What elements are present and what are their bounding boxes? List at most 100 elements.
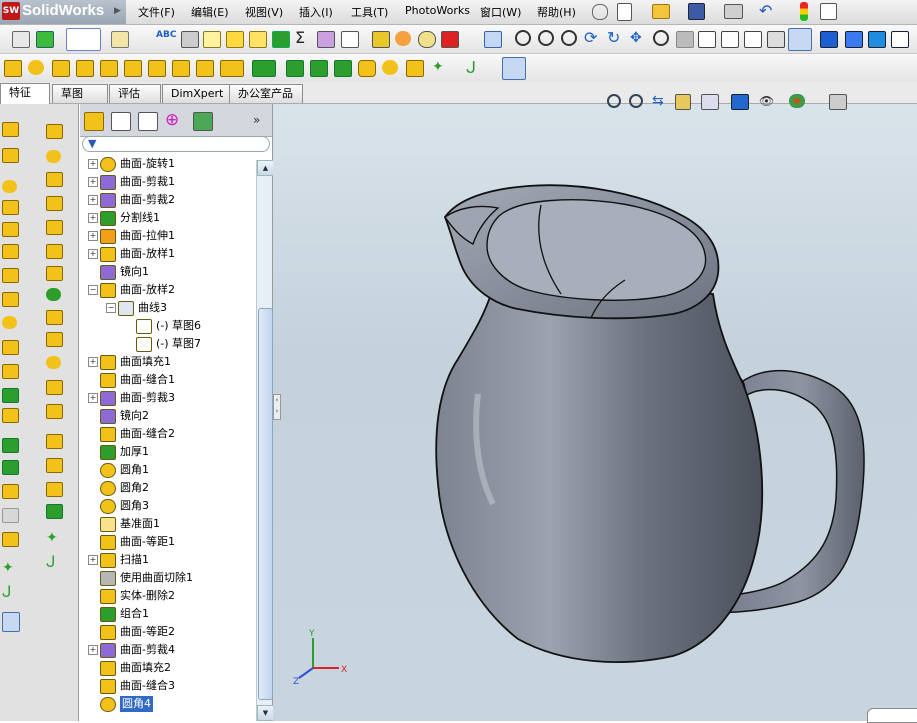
tree-node[interactable]: + 曲面-拉伸1 bbox=[80, 228, 256, 244]
pan-icon[interactable]: ✥ bbox=[630, 30, 646, 46]
scroll-up-icon[interactable]: ▲ bbox=[257, 160, 274, 176]
sweep-button-icon[interactable] bbox=[2, 200, 19, 215]
tree-node[interactable]: + 曲面-剪裁1 bbox=[80, 174, 256, 190]
scroll-thumb[interactable] bbox=[258, 308, 273, 700]
rotate-icon[interactable]: ⟳ bbox=[584, 30, 600, 46]
extend-column-icon[interactable] bbox=[46, 288, 61, 301]
view-pointer-icon[interactable] bbox=[484, 31, 502, 48]
stop-icon[interactable] bbox=[441, 31, 459, 48]
filter-icon[interactable]: ▼ bbox=[88, 138, 100, 150]
replace-face-column-icon[interactable] bbox=[46, 380, 63, 395]
swept-surface-icon[interactable] bbox=[52, 60, 70, 77]
select-arrow-button[interactable] bbox=[66, 28, 101, 51]
surface-offset-column-icon[interactable] bbox=[46, 244, 63, 259]
tab-sketch[interactable]: 草图 bbox=[52, 84, 108, 103]
menu-photoworks[interactable]: PhotoWorks bbox=[405, 4, 470, 17]
tree-node[interactable]: 曲面-等距2 bbox=[80, 624, 256, 640]
extruded-surface-icon[interactable] bbox=[4, 60, 22, 77]
shaded-with-edges-icon[interactable] bbox=[767, 31, 785, 48]
tree-node[interactable]: 镜向2 bbox=[80, 408, 256, 424]
knit-column-icon[interactable] bbox=[46, 404, 63, 419]
view-orientation-icon[interactable] bbox=[891, 31, 909, 48]
offset-surface-button-icon[interactable] bbox=[124, 60, 142, 77]
reference-geometry-column-icon[interactable]: ✦ bbox=[2, 561, 17, 575]
sum-icon[interactable]: Σ bbox=[295, 29, 311, 46]
spellcheck-icon[interactable]: ABC bbox=[156, 30, 176, 47]
tree-node[interactable]: + 分割线1 bbox=[80, 210, 256, 226]
tree-node[interactable]: + 曲面-剪裁2 bbox=[80, 192, 256, 208]
app-logo[interactable]: SW SolidWorks ▶ bbox=[0, 0, 126, 24]
collapse-toggle-icon[interactable]: − bbox=[88, 285, 98, 295]
delete-face-column-icon[interactable] bbox=[46, 356, 61, 369]
roll-icon[interactable]: ↻ bbox=[607, 30, 623, 46]
tab-evaluate[interactable]: 评估 bbox=[109, 84, 161, 103]
undo-icon[interactable]: ↶ bbox=[759, 3, 776, 19]
open-folder-icon[interactable] bbox=[652, 4, 670, 19]
hidden-lines-visible-icon[interactable] bbox=[721, 31, 739, 48]
thicken-cut-icon[interactable] bbox=[310, 60, 328, 77]
cut-surface-column-icon[interactable] bbox=[46, 504, 63, 519]
options-icon[interactable] bbox=[820, 3, 837, 20]
lofted-surface-icon[interactable] bbox=[76, 60, 94, 77]
tree-node[interactable]: 使用曲面切除1 bbox=[80, 570, 256, 586]
boundary-icon[interactable] bbox=[2, 244, 19, 259]
tree-node[interactable]: − 曲线3 bbox=[80, 300, 256, 316]
revolved-surface-icon[interactable] bbox=[28, 60, 44, 75]
pattern-icon[interactable] bbox=[2, 438, 19, 453]
tab-features[interactable]: 特征 bbox=[0, 83, 50, 104]
format-painter-icon[interactable] bbox=[181, 31, 199, 48]
new-document-icon[interactable] bbox=[617, 3, 632, 21]
surface-revolve-column-icon[interactable] bbox=[46, 150, 61, 163]
dome-icon[interactable] bbox=[2, 532, 19, 547]
instant3d-column-button[interactable] bbox=[2, 612, 20, 632]
tree-scrollbar[interactable]: ▲ ▼ bbox=[256, 160, 274, 721]
menu-insert[interactable]: 插入(I) bbox=[299, 4, 333, 20]
scroll-down-icon[interactable]: ▼ bbox=[257, 705, 274, 721]
save-icon[interactable] bbox=[688, 3, 705, 20]
shaded-icon[interactable] bbox=[820, 31, 838, 48]
collapse-toggle-icon[interactable]: − bbox=[106, 303, 116, 313]
previous-view-icon[interactable] bbox=[676, 31, 694, 48]
mirror-button-icon[interactable] bbox=[2, 484, 19, 499]
dimxpert-manager-tab-icon[interactable]: ⊕ bbox=[165, 112, 183, 129]
zoom-area-icon[interactable] bbox=[538, 30, 554, 46]
expand-toggle-icon[interactable]: + bbox=[88, 645, 98, 655]
tree-node[interactable]: + 曲面-剪裁4 bbox=[80, 642, 256, 658]
feature-manager-tab-icon[interactable] bbox=[84, 112, 104, 131]
reference-geometry-icon[interactable]: ✦ bbox=[432, 60, 448, 75]
trim-column-icon[interactable] bbox=[46, 310, 63, 325]
surface-loft-column-icon[interactable] bbox=[46, 196, 63, 211]
expand-toggle-icon[interactable]: + bbox=[88, 357, 98, 367]
extend-surface-icon[interactable] bbox=[382, 60, 398, 75]
cut-with-surface-icon[interactable] bbox=[334, 60, 352, 77]
expand-toggle-icon[interactable]: + bbox=[88, 195, 98, 205]
extrude-boss-icon[interactable] bbox=[2, 122, 19, 137]
tree-node[interactable]: + 曲面-剪裁3 bbox=[80, 390, 256, 406]
combine-button-icon[interactable] bbox=[2, 388, 19, 403]
linear-pattern-icon[interactable] bbox=[252, 60, 276, 77]
expand-toggle-icon[interactable]: + bbox=[88, 249, 98, 259]
radiate-surface-icon[interactable] bbox=[148, 60, 166, 77]
expand-toggle-icon[interactable]: + bbox=[88, 555, 98, 565]
loft-button-icon[interactable] bbox=[2, 222, 19, 237]
menu-edit[interactable]: 编辑(E) bbox=[191, 4, 229, 20]
expand-toggle-icon[interactable]: + bbox=[88, 177, 98, 187]
measure-icon[interactable] bbox=[317, 31, 335, 48]
balance-icon[interactable] bbox=[203, 31, 221, 48]
untrim-column-icon[interactable] bbox=[46, 332, 63, 347]
tree-node[interactable]: 曲面-缝合3 bbox=[80, 678, 256, 694]
rebuild-icon[interactable] bbox=[800, 2, 808, 21]
draft-analysis-icon[interactable] bbox=[395, 31, 411, 46]
draft-icon[interactable] bbox=[2, 268, 19, 283]
curves-icon[interactable]: ᒍ bbox=[466, 60, 482, 76]
surface-boundary-column-icon[interactable] bbox=[46, 220, 63, 235]
expand-toggle-icon[interactable]: + bbox=[88, 159, 98, 169]
tree-node[interactable]: + 曲面填充1 bbox=[80, 354, 256, 370]
planar-column-icon[interactable] bbox=[46, 266, 63, 281]
expand-toggle-icon[interactable]: + bbox=[88, 231, 98, 241]
tree-node[interactable]: 曲面-缝合2 bbox=[80, 426, 256, 442]
section-properties-icon[interactable] bbox=[226, 31, 244, 48]
knit-surface-button-icon[interactable] bbox=[172, 60, 190, 77]
mid-surface-column-icon[interactable] bbox=[46, 458, 63, 473]
tree-node[interactable]: 加厚1 bbox=[80, 444, 256, 460]
